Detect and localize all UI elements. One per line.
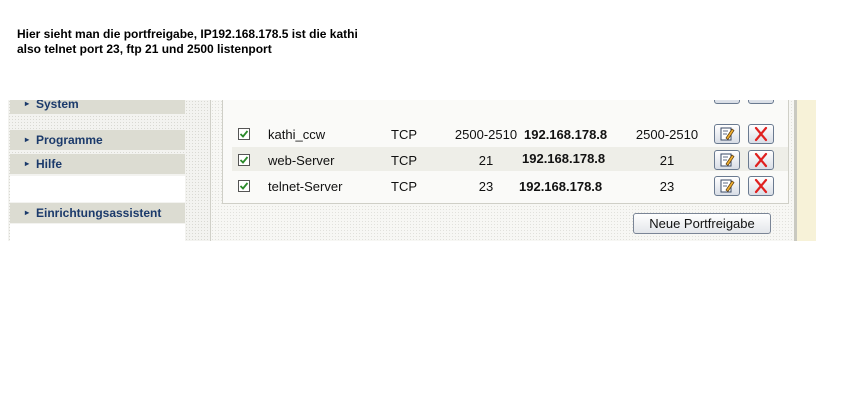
rule-protocol: TCP (391, 179, 417, 194)
rule-dest-port: 2500-2510 (635, 127, 699, 142)
chevron-right-icon: ▸ (25, 159, 30, 168)
rule-protocol: TCP (391, 153, 417, 168)
table-row-cropped (228, 100, 788, 107)
sidebar-item-label: Programme (36, 133, 103, 147)
delete-x-icon (754, 178, 768, 194)
new-portforward-button[interactable]: Neue Portfreigabe (633, 213, 771, 234)
sidebar-item-programme[interactable]: ▸ Programme (10, 130, 185, 150)
edit-pencil-icon (720, 179, 735, 193)
checkmark-icon (239, 156, 249, 164)
router-ui-crop: ▸ System ▸ Programme ▸ Hilfe ▸ Einrichtu… (8, 100, 816, 241)
rule-port: 23 (478, 179, 494, 194)
rule-name: web-Server (268, 153, 335, 168)
checkmark-icon (239, 130, 249, 138)
annotation-line-2: also telnet port 23, ftp 21 und 2500 lis… (17, 42, 272, 56)
page-margin (797, 100, 816, 241)
edit-button[interactable] (714, 100, 740, 104)
chevron-right-icon: ▸ (25, 100, 30, 108)
sidebar-item-label: Hilfe (36, 157, 63, 171)
annotation-line-1: Hier sieht man die portfreigabe, IP192.1… (17, 27, 358, 41)
sidebar-spacer (10, 224, 185, 241)
rule-name: telnet-Server (268, 179, 343, 194)
sidebar-item-label: Einrichtungsassistent (36, 206, 162, 220)
delete-button[interactable] (748, 150, 774, 170)
checkmark-icon (239, 182, 249, 190)
enable-checkbox[interactable] (238, 128, 250, 140)
rule-port: 21 (478, 153, 494, 168)
sidebar-item-hilfe[interactable]: ▸ Hilfe (10, 154, 185, 174)
screenshot-root: Hier sieht man die portfreigabe, IP192.1… (0, 0, 841, 400)
delete-button[interactable] (748, 124, 774, 144)
rule-ip: 192.168.178.8 (519, 179, 603, 194)
edit-pencil-icon (720, 127, 735, 141)
delete-x-icon (754, 152, 768, 168)
rule-name: kathi_ccw (268, 127, 326, 142)
enable-checkbox[interactable] (238, 180, 250, 192)
edit-button[interactable] (714, 124, 740, 144)
sidebar-item-einrichtungsassistent[interactable]: ▸ Einrichtungsassistent (10, 203, 185, 223)
table-row: telnet-Server TCP 23 192.168.178.8 23 (228, 175, 788, 199)
rule-dest-port: 21 (659, 153, 675, 168)
rule-port: 2500-2510 (454, 127, 518, 142)
enable-checkbox[interactable] (238, 154, 250, 166)
chevron-right-icon: ▸ (25, 135, 30, 144)
delete-x-icon (754, 126, 768, 142)
sidebar: ▸ System ▸ Programme ▸ Hilfe ▸ Einrichtu… (8, 100, 186, 241)
edit-pencil-icon (720, 153, 735, 167)
annotation-text: Hier sieht man die portfreigabe, IP192.1… (17, 27, 358, 57)
table-row: web-Server TCP 21 192.168.178.8 21 (228, 149, 788, 173)
delete-button[interactable] (748, 100, 774, 104)
sidebar-item-system[interactable]: ▸ System (10, 100, 185, 114)
delete-button[interactable] (748, 176, 774, 196)
sidebar-spacer (10, 176, 185, 202)
edit-button[interactable] (714, 150, 740, 170)
rule-ip: 192.168.178.8 (524, 127, 608, 142)
rule-protocol: TCP (391, 127, 417, 142)
chevron-right-icon: ▸ (25, 208, 30, 217)
sidebar-item-label: System (36, 100, 79, 111)
table-row: kathi_ccw TCP 2500-2510 192.168.178.8 25… (228, 123, 788, 147)
edit-button[interactable] (714, 176, 740, 196)
rule-ip: 192.168.178.8 (522, 151, 606, 166)
rule-dest-port: 23 (659, 179, 675, 194)
